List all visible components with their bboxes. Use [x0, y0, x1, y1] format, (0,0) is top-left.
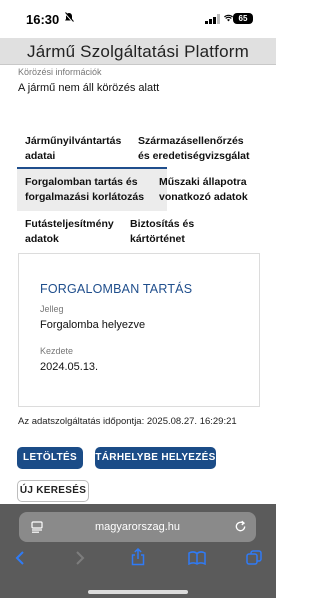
tab-origin-check[interactable]: Származásellenőrzés és eredetiségvizsgál…	[138, 134, 249, 164]
header-banner: Jármű Szolgáltatási Platform	[0, 38, 276, 65]
home-indicator	[88, 590, 188, 594]
tab-registry[interactable]: Járműnyilvántartás adatai	[25, 134, 121, 164]
address-bar[interactable]: magyarorszag.hu	[19, 512, 256, 542]
browser-toolbar: magyarorszag.hu	[0, 504, 276, 598]
download-button[interactable]: LETÖLTÉS	[17, 447, 83, 469]
forward-icon[interactable]	[74, 550, 86, 566]
type-value: Forgalomba helyezve	[40, 319, 146, 331]
card-title: FORGALOMBAN TARTÁS	[40, 282, 193, 296]
tab-technical[interactable]: Műszaki állapotra vonatkozó adatok	[159, 175, 248, 205]
bookmarks-icon[interactable]	[188, 551, 206, 565]
back-icon[interactable]	[14, 550, 26, 566]
tab-circulation[interactable]: Forgalomban tartás és forgalmazási korlá…	[17, 167, 167, 211]
page-title: Jármű Szolgáltatási Platform	[27, 42, 249, 61]
clock: 16:30	[26, 12, 60, 27]
tab-mileage[interactable]: Futásteljesítmény adatok	[25, 217, 114, 247]
tabs-icon[interactable]	[246, 550, 262, 566]
url-text: magyarorszag.hu	[95, 521, 180, 533]
signal-icon	[205, 14, 220, 24]
status-bar: 16:30 65	[0, 0, 276, 38]
tracking-label: Körözési információk	[18, 67, 102, 77]
start-label: Kezdete	[40, 346, 74, 356]
battery-icon: 65	[233, 13, 253, 24]
data-timestamp: Az adatszolgáltatás időpontja: 2025.08.2…	[18, 416, 237, 427]
new-search-button[interactable]: ÚJ KERESÉS	[17, 480, 89, 502]
circulation-card: FORGALOMBAN TARTÁS Jelleg Forgalomba hel…	[18, 253, 260, 407]
share-icon[interactable]	[130, 548, 146, 566]
muted-bell-icon	[64, 12, 74, 23]
start-value: 2024.05.13.	[40, 361, 99, 373]
reload-icon[interactable]	[234, 520, 247, 533]
tracking-value: A jármű nem áll körözés alatt	[18, 82, 160, 94]
store-button[interactable]: TÁRHELYBE HELYEZÉS	[95, 447, 216, 469]
tab-insurance[interactable]: Biztosítás és kártörténet	[130, 217, 194, 247]
type-label: Jelleg	[40, 304, 64, 314]
wifi-icon	[224, 14, 233, 22]
